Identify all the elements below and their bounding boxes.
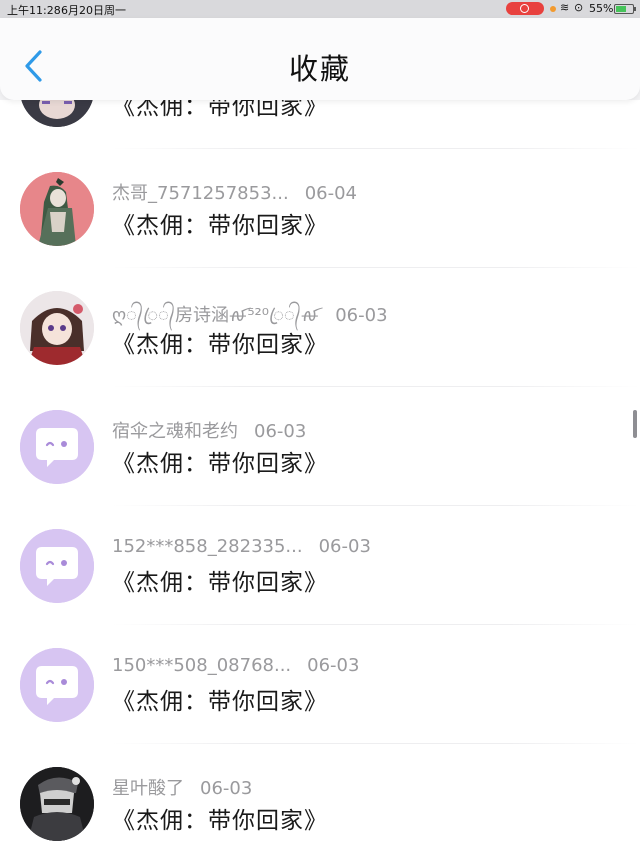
item-date: 06-04 (304, 183, 357, 204)
list-item[interactable]: 152***858_282335... 06-03 《杰佣：带你回家》 (0, 506, 640, 625)
item-meta: 星叶酸了 06-03 (112, 774, 252, 800)
user-name[interactable]: 150***508_08768... (112, 655, 291, 676)
user-name[interactable]: 星叶酸了 (112, 778, 184, 799)
item-message: 《杰佣：带你回家》 (112, 451, 328, 477)
item-date: 06-03 (335, 305, 388, 326)
item-meta: 152***858_282335... 06-03 (112, 536, 371, 557)
user-avatar-image (20, 100, 94, 127)
item-message: 《杰佣：带你回家》 (112, 332, 328, 358)
status-date: 6月20日周一 (61, 4, 126, 17)
default-chat-bubble-avatar[interactable] (20, 410, 94, 484)
mic-indicator-icon (550, 6, 556, 12)
user-name[interactable]: 152***858_282335... (112, 536, 303, 557)
item-message: 《杰佣：带你回家》 (112, 100, 328, 120)
item-date: 06-03 (200, 778, 253, 799)
item-meta: 杰哥_7571257853... 06-04 (112, 179, 357, 205)
item-message: 《杰佣：带你回家》 (112, 808, 328, 834)
battery-percentage: 55% (589, 2, 614, 15)
user-avatar-image (20, 172, 94, 246)
screen-recording-icon[interactable] (506, 2, 544, 15)
status-time: 上午11:28 (7, 4, 61, 17)
orientation-lock-icon: ⊙ (574, 1, 584, 14)
list-item[interactable]: 《杰佣：带你回家》 (0, 100, 640, 149)
list-item[interactable]: 150***508_08768... 06-03 《杰佣：带你回家》 (0, 625, 640, 744)
list-item[interactable]: 星叶酸了 06-03 《杰佣：带你回家》 (0, 744, 640, 853)
list-item[interactable]: ღ᭄ꦿ᭄房诗涵ꫛ⁵²⁰ꦿ᭄ꫛ 06-03 《杰佣：带你回家》 (0, 268, 640, 387)
page-title: 收藏 (288, 52, 351, 86)
item-date: 06-03 (307, 655, 360, 676)
default-chat-bubble-avatar[interactable] (20, 648, 94, 722)
user-avatar[interactable] (20, 291, 94, 365)
chat-bubble-icon (20, 410, 94, 484)
user-avatar[interactable] (20, 767, 94, 841)
item-meta: 150***508_08768... 06-03 (112, 655, 359, 676)
item-message: 《杰佣：带你回家》 (112, 570, 328, 596)
user-name[interactable]: ღ᭄ꦿ᭄房诗涵ꫛ⁵²⁰ꦿ᭄ꫛ (112, 305, 319, 326)
battery-icon (614, 4, 636, 14)
chat-bubble-icon (20, 529, 94, 603)
user-avatar[interactable] (20, 100, 94, 127)
favorites-list[interactable]: 《杰佣：带你回家》 杰哥_7571257853... 06-04 《杰佣：带你回家… (0, 100, 640, 853)
user-avatar-image (20, 291, 94, 365)
user-name[interactable]: 宿伞之魂和老约 (112, 421, 238, 442)
scrollbar[interactable] (633, 410, 637, 438)
chat-bubble-icon (20, 648, 94, 722)
list-item[interactable]: 杰哥_7571257853... 06-04 《杰佣：带你回家》 (0, 149, 640, 268)
user-avatar[interactable] (20, 172, 94, 246)
user-avatar-image (20, 767, 94, 841)
item-date: 06-03 (254, 421, 307, 442)
default-chat-bubble-avatar[interactable] (20, 529, 94, 603)
wifi-icon: ≋ (560, 1, 570, 14)
item-date: 06-03 (318, 536, 371, 557)
item-meta: 宿伞之魂和老约 06-03 (112, 417, 306, 443)
list-item[interactable]: 宿伞之魂和老约 06-03 《杰佣：带你回家》 (0, 387, 640, 506)
navigation-bar: 收藏 (0, 18, 640, 100)
status-bar: 上午11:28 6月20日周一 ≋ ⊙ 55% (0, 0, 640, 18)
favorites-list-content: 《杰佣：带你回家》 杰哥_7571257853... 06-04 《杰佣：带你回家… (0, 100, 640, 853)
item-message: 《杰佣：带你回家》 (112, 689, 328, 715)
item-message: 《杰佣：带你回家》 (112, 213, 328, 239)
battery-fill (616, 6, 626, 12)
user-name[interactable]: 杰哥_7571257853... (112, 183, 289, 204)
